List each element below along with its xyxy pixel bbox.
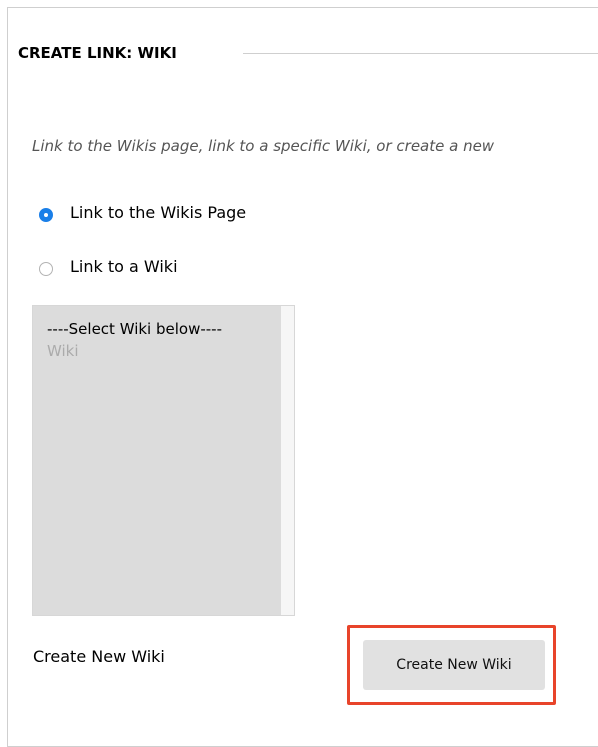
create-new-wiki-label: Create New Wiki: [33, 647, 165, 666]
radio-label-wikis-page: Link to the Wikis Page: [70, 203, 247, 222]
listbox-scrollbar[interactable]: [281, 306, 294, 615]
radio-option-link-to-wiki[interactable]: Link to a Wiki: [39, 257, 178, 276]
radio-checked-icon[interactable]: [39, 207, 53, 222]
radio-option-wikis-page[interactable]: Link to the Wikis Page: [39, 203, 246, 222]
listbox-option-wiki[interactable]: Wiki: [47, 342, 79, 360]
listbox-option-placeholder[interactable]: ----Select Wiki below----: [47, 320, 222, 338]
title-divider: [243, 53, 598, 54]
radio-label-link-to-wiki: Link to a Wiki: [70, 257, 178, 276]
instructions-text: Link to the Wikis page, link to a specif…: [32, 137, 495, 155]
section-title: CREATE LINK: WIKI: [18, 44, 177, 62]
create-new-wiki-button[interactable]: Create New Wiki: [363, 640, 545, 690]
wiki-select-listbox[interactable]: ----Select Wiki below---- Wiki: [32, 305, 295, 616]
listbox-content-area: ----Select Wiki below---- Wiki: [33, 306, 281, 615]
radio-unchecked-icon[interactable]: [39, 261, 53, 276]
